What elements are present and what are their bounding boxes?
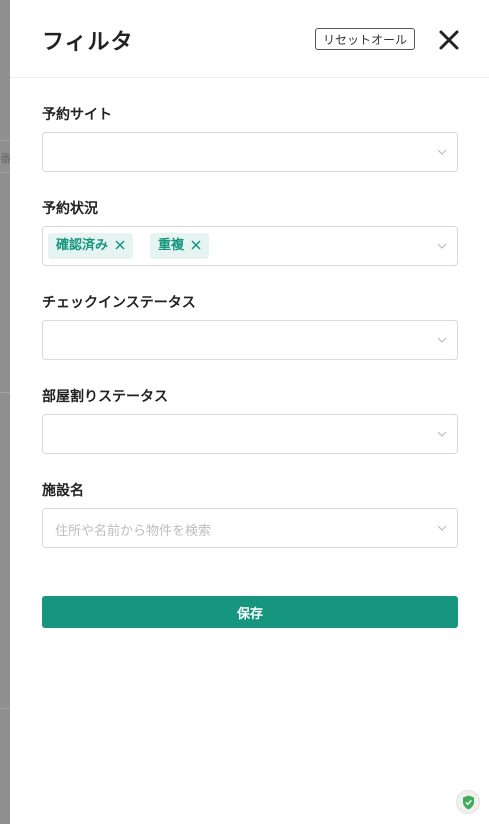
- status-tag-label: 重複: [158, 238, 185, 253]
- checkin-status-select[interactable]: [42, 320, 458, 360]
- security-badge[interactable]: [456, 790, 480, 814]
- chevron-down-icon: [437, 243, 447, 249]
- facility-name-label: 施設名: [42, 483, 84, 499]
- save-button[interactable]: 保存: [42, 596, 458, 628]
- filter-drawer: フィルタ リセットオール 予約サイト 予約状況 確認済み 重複 チェックインステ…: [10, 0, 489, 824]
- background-divider: [0, 708, 10, 709]
- status-tag-label: 確認済み: [56, 238, 109, 253]
- reservation-status-label: 予約状況: [42, 201, 98, 217]
- status-tag: 重複: [150, 233, 210, 259]
- status-tag: 確認済み: [48, 233, 134, 259]
- shield-check-icon: [463, 795, 474, 810]
- reservation-status-select[interactable]: 確認済み 重複: [42, 226, 458, 266]
- reset-all-button[interactable]: リセットオール: [315, 28, 415, 50]
- drawer-title: フィルタ: [42, 30, 134, 55]
- chevron-down-icon: [437, 337, 447, 343]
- close-icon[interactable]: [115, 240, 125, 250]
- checkin-status-label: チェックインステータス: [42, 295, 196, 311]
- close-button[interactable]: [437, 28, 461, 52]
- facility-name-select[interactable]: 住所や名前から物件を検索: [42, 508, 458, 548]
- chevron-down-icon: [437, 525, 447, 531]
- background-page: 番: [0, 0, 10, 824]
- background-divider: [0, 172, 10, 173]
- close-icon[interactable]: [191, 240, 201, 250]
- drawer-header: フィルタ リセットオール: [10, 0, 489, 78]
- room-assignment-status-select[interactable]: [42, 414, 458, 454]
- chevron-down-icon: [437, 149, 447, 155]
- chevron-down-icon: [437, 431, 447, 437]
- background-divider: [0, 140, 10, 141]
- room-assignment-status-label: 部屋割りステータス: [42, 389, 168, 405]
- close-icon: [439, 30, 459, 50]
- background-divider: [0, 392, 10, 393]
- reservation-site-select[interactable]: [42, 132, 458, 172]
- facility-search-placeholder: 住所や名前から物件を検索: [55, 524, 212, 539]
- background-text: 番: [0, 152, 10, 165]
- reservation-site-label: 予約サイト: [42, 107, 112, 123]
